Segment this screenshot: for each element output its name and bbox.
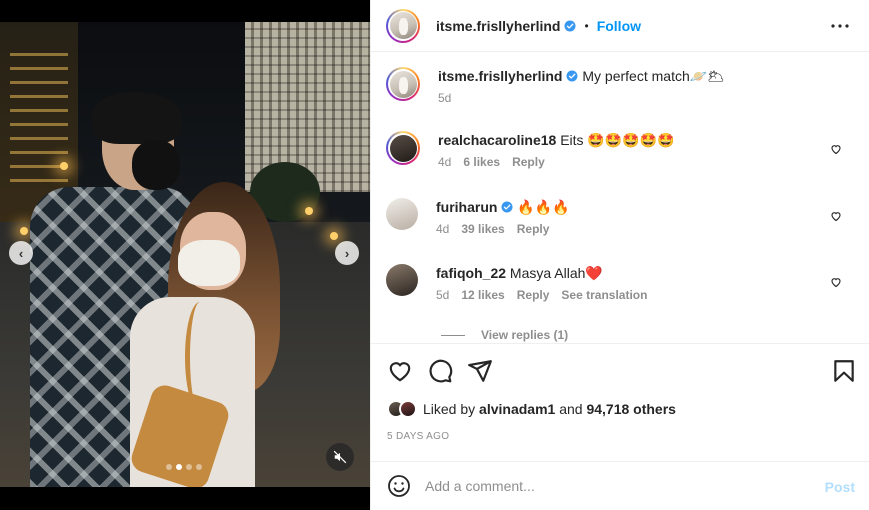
carousel-dot-active — [176, 464, 182, 470]
comment-likes[interactable]: 12 likes — [461, 288, 504, 302]
heart-icon[interactable] — [830, 210, 842, 222]
post-date: 5 DAYS AGO — [387, 431, 450, 442]
verified-icon — [501, 201, 513, 213]
likes-others-link[interactable]: 94,718 others — [586, 401, 676, 417]
action-bar — [371, 343, 869, 397]
caption-text: My perfect match🪐🌥 — [582, 68, 725, 84]
post-header: itsme.frisllyherlind • Follow — [371, 0, 869, 52]
comment-item: realchacaroline18 Eits 🤩🤩🤩🤩🤩 4d 6 likes … — [386, 131, 856, 169]
comment-likes[interactable]: 39 likes — [461, 222, 504, 236]
liker-avatar — [399, 400, 417, 418]
author-username[interactable]: itsme.frisllyherlind — [436, 18, 560, 34]
see-translation-button[interactable]: See translation — [561, 288, 647, 302]
comment-text: Masya Allah❤️ — [509, 265, 603, 281]
carousel-dot — [196, 464, 202, 470]
carousel-dot — [166, 464, 172, 470]
mute-icon — [333, 450, 347, 464]
comment-item: furiharun 🔥🔥🔥 4d 39 likes Reply — [386, 198, 856, 236]
bookmark-icon[interactable] — [831, 358, 857, 384]
post-comment-button[interactable]: Post — [825, 479, 855, 495]
carousel-dot — [186, 464, 192, 470]
author-avatar[interactable] — [386, 8, 420, 43]
mute-button[interactable] — [326, 443, 354, 471]
more-options-button[interactable] — [828, 14, 852, 38]
comment-text: Eits 🤩🤩🤩🤩🤩 — [560, 132, 675, 148]
chevron-right-icon: › — [344, 245, 350, 261]
comment-composer: Post — [371, 461, 869, 510]
comment-text: 🔥🔥🔥 — [517, 199, 570, 215]
comment-age: 4d — [436, 222, 450, 236]
liked-by-username[interactable]: alvinadam1 — [479, 401, 555, 417]
caption-age: 5d — [438, 91, 452, 105]
comment-item: fafiqoh_22 Masya Allah❤️ 5d 12 likes Rep… — [386, 264, 856, 302]
reply-button[interactable]: Reply — [517, 222, 550, 236]
comment-icon[interactable] — [427, 358, 453, 384]
comment-likes[interactable]: 6 likes — [463, 155, 500, 169]
post-media: ‹ › — [0, 0, 370, 510]
verified-icon — [564, 20, 576, 31]
comment-username[interactable]: realchacaroline18 — [438, 132, 556, 148]
comment-username[interactable]: fafiqoh_22 — [436, 265, 506, 281]
like-icon[interactable] — [387, 358, 413, 384]
likes-prefix: Liked by — [423, 401, 476, 417]
comment-input[interactable] — [425, 478, 805, 494]
chevron-left-icon: ‹ — [18, 245, 24, 261]
reply-button[interactable]: Reply — [517, 288, 550, 302]
caption: itsme.frisllyherlind My perfect match🪐🌥 … — [386, 67, 856, 105]
comment-age: 4d — [438, 155, 452, 169]
view-replies-label: View replies (1) — [481, 328, 569, 342]
reply-button[interactable]: Reply — [512, 155, 545, 169]
heart-icon[interactable] — [830, 143, 842, 155]
author-avatar[interactable] — [386, 67, 420, 101]
post-photo — [0, 22, 370, 487]
likes-summary[interactable]: Liked by alvinadam1 and 94,718 others — [387, 400, 676, 418]
emoji-icon[interactable] — [387, 474, 411, 498]
next-slide-button[interactable]: › — [335, 241, 359, 265]
share-icon[interactable] — [467, 358, 493, 384]
commenter-avatar[interactable] — [386, 131, 420, 165]
heart-icon[interactable] — [830, 276, 842, 288]
commenter-avatar[interactable] — [386, 198, 418, 230]
comment-username[interactable]: furiharun — [436, 199, 497, 215]
previous-slide-button[interactable]: ‹ — [9, 241, 33, 265]
verified-icon — [566, 70, 578, 82]
follow-button[interactable]: Follow — [597, 18, 641, 34]
more-icon — [831, 24, 849, 28]
comment-age: 5d — [436, 288, 450, 302]
replies-divider — [441, 334, 465, 336]
commenter-avatar[interactable] — [386, 264, 418, 296]
likes-joiner: and — [559, 401, 583, 417]
carousel-indicator — [166, 464, 202, 470]
view-replies-button[interactable]: View replies (1) — [441, 328, 568, 342]
post-details-panel: itsme.frisllyherlind • Follow itsme.fris… — [370, 0, 869, 510]
separator-dot: • — [584, 18, 589, 33]
caption-username[interactable]: itsme.frisllyherlind — [438, 68, 562, 84]
comments-list[interactable]: itsme.frisllyherlind My perfect match🪐🌥 … — [371, 53, 869, 343]
